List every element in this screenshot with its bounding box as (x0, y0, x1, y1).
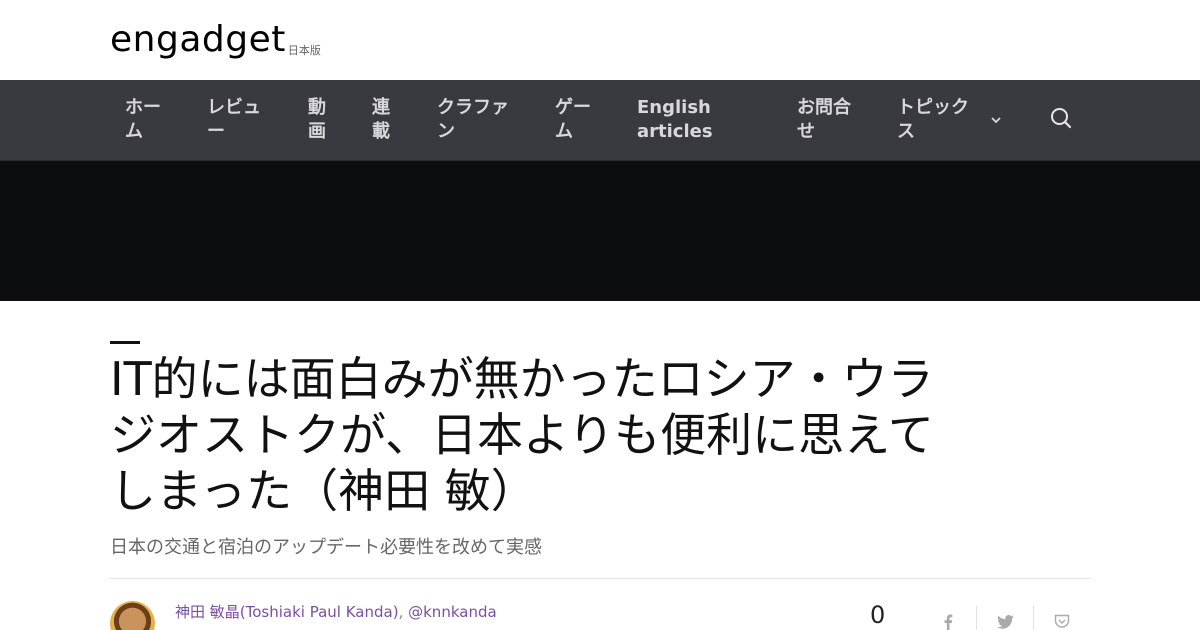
main-nav: ホーム レビュー 動画 連載 クラファン ゲーム English article… (0, 80, 1200, 161)
article-subtitle: 日本の交通と宿泊のアップデート必要性を改めて実感 (110, 537, 542, 558)
facebook-icon (943, 614, 953, 630)
divider (110, 578, 1090, 579)
chevron-down-icon (991, 108, 1001, 132)
share-facebook-button[interactable] (920, 606, 976, 630)
nav-item-label: クラファン (437, 97, 509, 142)
title-accent-bar (110, 341, 140, 344)
author-separator: , (398, 603, 404, 621)
author-byline: 神田 敏晶(Toshiaki Paul Kanda), @knnkanda (175, 601, 497, 622)
top-bar: engadget 日本版 (0, 0, 1200, 80)
nav-item-label: トピックス (897, 97, 969, 142)
nav-item-english-articles[interactable]: English articles (637, 80, 727, 160)
nav-item-label: レビュー (207, 97, 261, 142)
author-avatar[interactable] (110, 601, 155, 630)
nav-item-label: お問合せ (797, 97, 851, 142)
nav-item-crowdfunding[interactable]: クラファン (437, 80, 517, 160)
nav-item-home[interactable]: ホーム (125, 80, 173, 160)
search-icon (1050, 108, 1072, 133)
nav-item-contact[interactable]: お問合せ (797, 80, 857, 160)
twitter-icon (996, 614, 1014, 630)
nav-item-topics[interactable]: トピックス (897, 80, 1017, 160)
article-title: IT的には面白みが無かったロシア・ウラジオストクが、日本よりも便利に思えてしまっ… (110, 352, 934, 518)
nav-item-label: 連載 (372, 97, 390, 142)
share-pocket-button[interactable] (1034, 606, 1090, 630)
nav-item-series[interactable]: 連載 (372, 80, 394, 160)
author-handle-link[interactable]: @knnkanda (408, 603, 497, 621)
nav-item-video[interactable]: 動画 (308, 80, 330, 160)
nav-item-games[interactable]: ゲーム (555, 80, 595, 160)
comment-count[interactable]: 0 (870, 601, 885, 629)
engadget-logo[interactable]: engadget 日本版 (110, 22, 321, 58)
hero-banner (0, 161, 1200, 301)
nav-item-label: ホーム (125, 97, 161, 142)
pocket-icon (1054, 614, 1070, 630)
share-twitter-button[interactable] (977, 606, 1033, 630)
nav-item-label: English articles (637, 97, 713, 142)
logo-wordmark: engadget (110, 19, 286, 60)
search-button[interactable] (1050, 107, 1076, 133)
nav-item-label: ゲーム (555, 97, 591, 142)
nav-item-reviews[interactable]: レビュー (207, 80, 267, 160)
nav-item-label: 動画 (308, 97, 326, 142)
logo-edition: 日本版 (287, 44, 321, 57)
author-name-link[interactable]: 神田 敏晶(Toshiaki Paul Kanda) (175, 603, 399, 621)
